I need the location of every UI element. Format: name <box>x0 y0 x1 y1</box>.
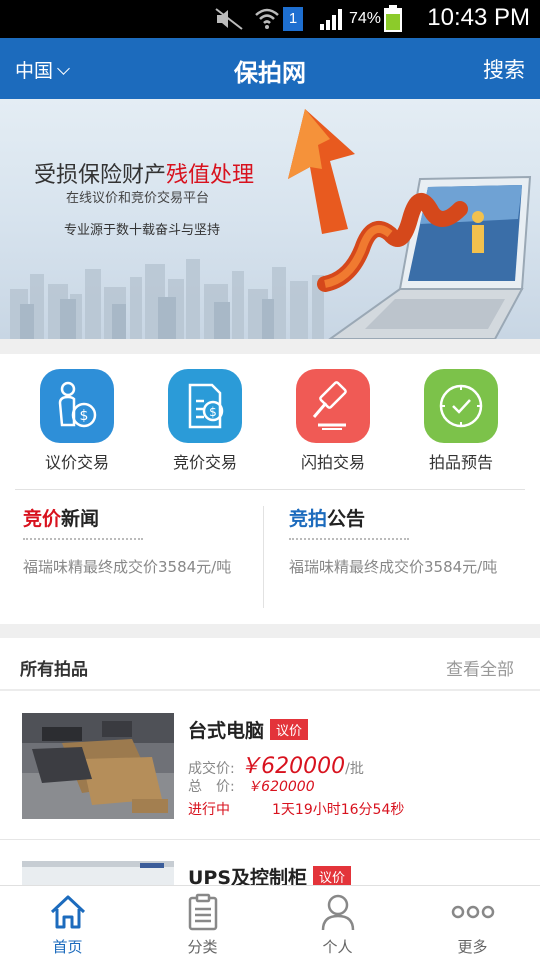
auction-notice-title[interactable]: 竞拍公告 <box>289 504 365 531</box>
news-clipped-line <box>289 534 409 540</box>
bidding-news-item[interactable]: 福瑞味精最终成交价3584元/吨 <box>23 557 233 577</box>
status-bar: 1 74% 10:43 PM <box>0 0 540 38</box>
section-title: 所有拍品 <box>20 660 88 680</box>
svg-text:$: $ <box>80 408 89 424</box>
divider <box>263 506 264 608</box>
battery-percent: 74% <box>349 10 382 27</box>
item-thumbnail <box>22 713 174 819</box>
auction-notice-item[interactable]: 福瑞味精最终成交价3584元/吨 <box>289 557 499 577</box>
quick-entry-bidding[interactable]: $ 竞价交易 <box>150 369 260 473</box>
quick-entry-flash-auction[interactable]: 闪拍交易 <box>278 369 388 473</box>
quick-entry-preview[interactable]: 拍品预告 <box>406 369 516 473</box>
tab-categories[interactable]: 分类 <box>135 886 270 960</box>
clock-icon <box>424 369 498 443</box>
total-price-value: ￥620000 <box>247 779 315 795</box>
tab-label: 更多 <box>457 938 488 956</box>
bidding-news-title-highlight: 竞价 <box>23 508 62 530</box>
mute-icon <box>215 8 243 30</box>
deal-price-label: 成交价: <box>188 761 235 777</box>
signal-icon <box>320 9 342 30</box>
svg-text:$: $ <box>209 405 217 419</box>
quick-entry-label: 闪拍交易 <box>300 453 365 472</box>
app-header: 中国 保拍网 搜索 <box>0 38 540 99</box>
bidding-news-title[interactable]: 竞价新闻 <box>23 504 99 531</box>
more-dots-icon <box>451 905 494 919</box>
wifi-icon <box>255 8 279 29</box>
divider <box>15 489 525 490</box>
headline-prefix: 受损保险财产 <box>34 163 167 188</box>
quick-entry-label: 议价交易 <box>44 453 109 472</box>
person-icon <box>321 894 354 931</box>
home-icon <box>50 895 85 929</box>
app-title: 保拍网 <box>234 59 306 87</box>
banner-headline: 受损保险财产残值处理 <box>34 157 254 189</box>
deal-price-unit: /批 <box>345 761 364 777</box>
auction-notice-title-rest: 公告 <box>327 508 366 530</box>
headline-highlight: 残值处理 <box>166 163 255 188</box>
auction-notice-title-highlight: 竞拍 <box>289 508 328 530</box>
document-coin-icon: $ <box>168 369 242 443</box>
quick-entry-negotiation[interactable]: $ 议价交易 <box>22 369 132 473</box>
item-countdown: 1天19小时16分54秒 <box>272 802 405 818</box>
item-status: 进行中 <box>188 802 230 818</box>
list-item[interactable]: UPS及控制柜 议价 <box>0 841 540 891</box>
total-price-label: 总 价: <box>188 779 235 795</box>
sim-badge: 1 <box>283 7 303 31</box>
tab-label: 首页 <box>52 938 83 956</box>
all-items-header: 所有拍品 查看全部 <box>0 638 540 691</box>
quick-entry-panel: $ 议价交易 $ 竞价交易 闪拍交易 拍品预告 竞价新闻 福瑞味精最终成交价35… <box>0 354 540 624</box>
item-name-text: 台式电脑 <box>188 720 265 742</box>
item-tag: 议价 <box>313 866 352 887</box>
quick-entry-label: 拍品预告 <box>428 453 493 472</box>
banner-tagline: 专业源于数十载奋斗与坚持 <box>64 223 221 238</box>
item-tag: 议价 <box>270 719 309 740</box>
item-name: 台式电脑 议价 <box>188 716 309 743</box>
total-price-row: 总 价: ￥620000 <box>188 776 315 796</box>
view-all-link[interactable]: 查看全部 <box>446 655 514 680</box>
quick-entry-label: 竞价交易 <box>172 453 237 472</box>
bidding-news-title-rest: 新闻 <box>61 508 100 530</box>
battery-icon <box>384 5 402 32</box>
tab-label: 分类 <box>187 938 218 956</box>
promo-banner[interactable]: 受损保险财产残值处理 在线议价和竞价交易平台 专业源于数十载奋斗与坚持 <box>0 99 540 339</box>
tab-label: 个人 <box>322 938 353 956</box>
clock: 10:43 PM <box>427 4 530 31</box>
tab-more[interactable]: 更多 <box>405 886 540 960</box>
person-coin-icon: $ <box>40 369 114 443</box>
bottom-tab-bar: 首页 分类 个人 更多 <box>0 885 540 960</box>
search-button[interactable]: 搜索 <box>483 54 525 84</box>
gavel-icon <box>296 369 370 443</box>
tab-home[interactable]: 首页 <box>0 886 135 960</box>
divider <box>0 839 540 840</box>
banner-subtitle: 在线议价和竞价交易平台 <box>66 191 210 206</box>
tab-profile[interactable]: 个人 <box>270 886 405 960</box>
clipboard-icon <box>188 893 217 931</box>
news-clipped-line <box>23 534 143 540</box>
